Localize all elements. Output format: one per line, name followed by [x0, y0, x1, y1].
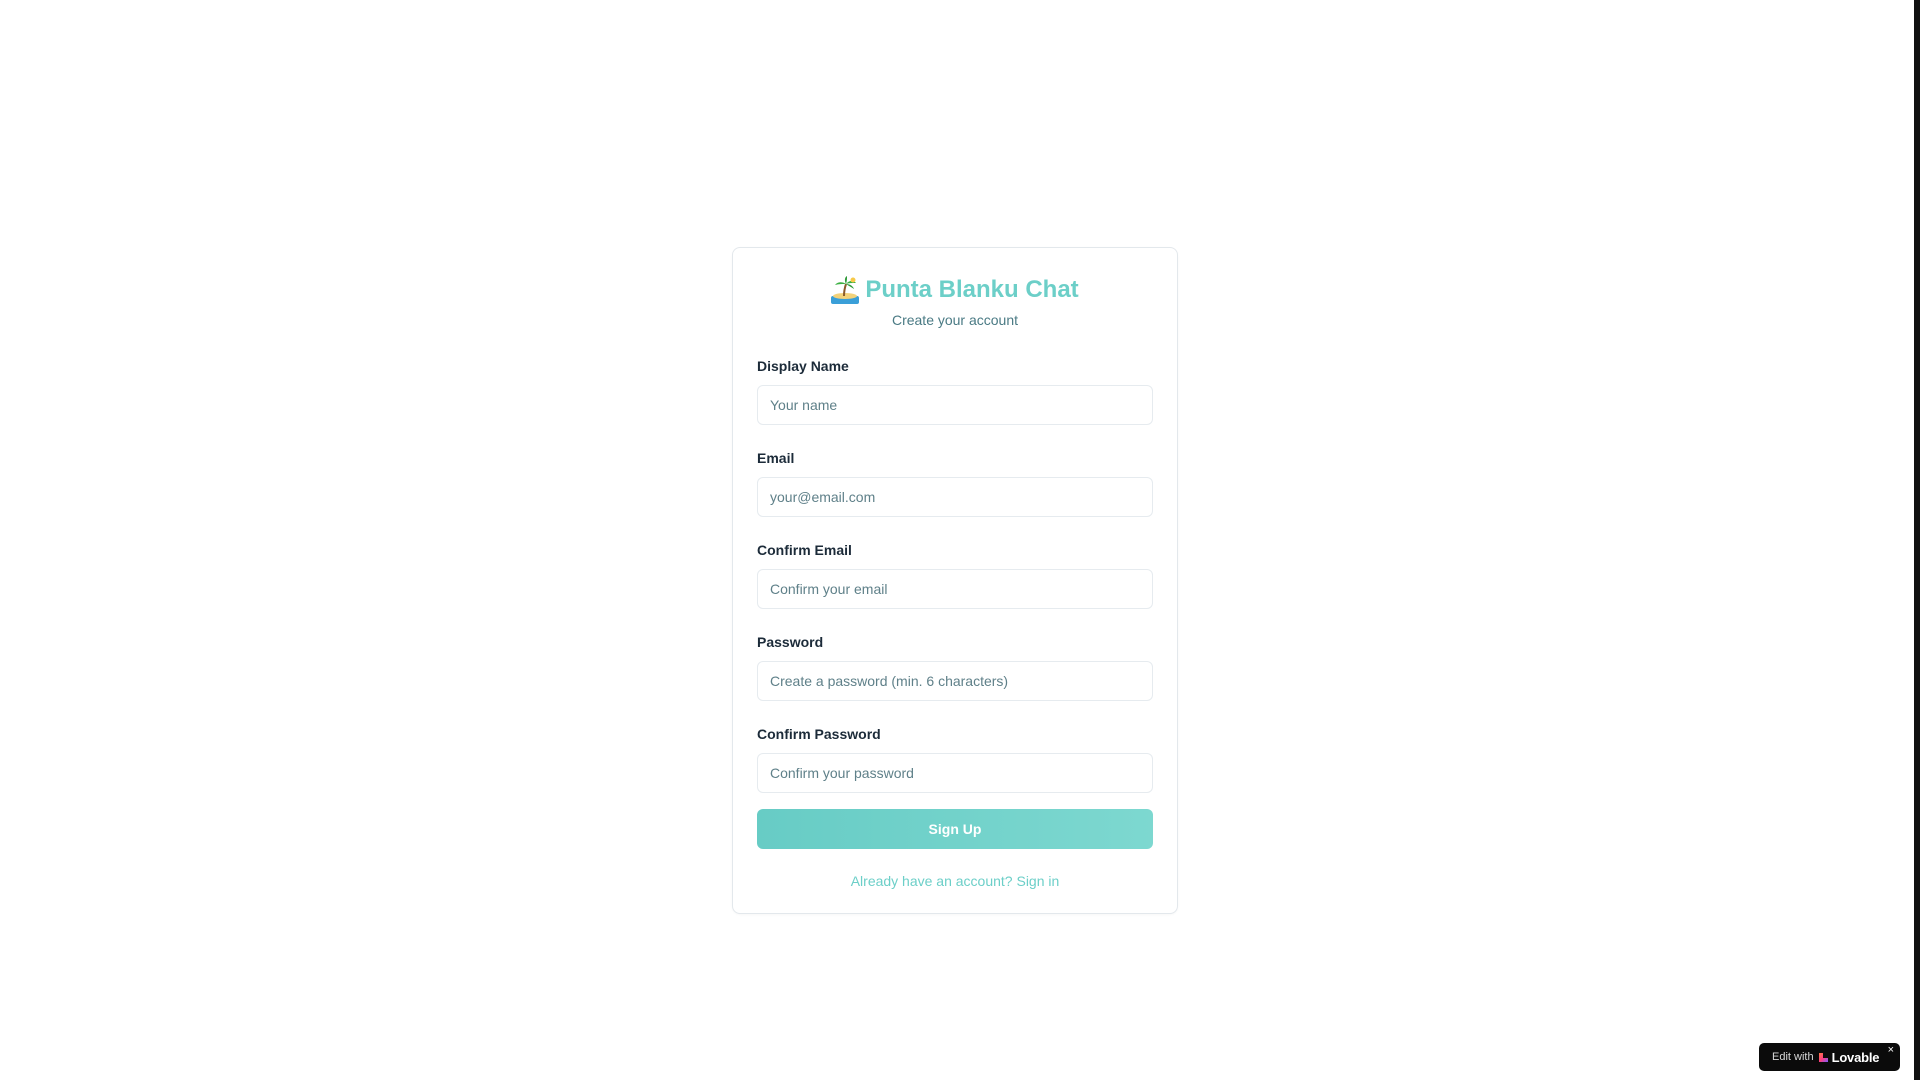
edit-with-lovable-badge[interactable]: Edit with Lovable × — [1759, 1043, 1900, 1071]
password-label: Password — [757, 634, 824, 650]
lovable-heart-icon — [1818, 1052, 1828, 1062]
card-header: Punta Blanku Chat Create your account — [733, 274, 1177, 328]
sign-in-link[interactable]: Already have an account? Sign in — [757, 873, 1153, 889]
confirm-password-field: Confirm Password — [757, 725, 1153, 793]
signup-form: Display Name Email Confirm Email Passwor… — [757, 357, 1153, 889]
confirm-email-label: Confirm Email — [757, 542, 852, 558]
signup-page: Punta Blanku Chat Create your account Di… — [0, 0, 1920, 1080]
close-icon[interactable]: × — [1888, 1044, 1894, 1056]
email-label: Email — [757, 450, 795, 466]
confirm-email-input[interactable] — [757, 569, 1153, 609]
confirm-email-field: Confirm Email — [757, 541, 1153, 609]
confirm-password-input[interactable] — [757, 753, 1153, 793]
email-field: Email — [757, 449, 1153, 517]
page-subtitle: Create your account — [891, 312, 1019, 328]
badge-brand: Lovable — [1831, 1049, 1880, 1065]
display-name-field: Display Name — [757, 357, 1153, 425]
scrollbar[interactable] — [1914, 0, 1920, 1080]
confirm-password-label: Confirm Password — [757, 726, 881, 742]
desert-island-icon — [831, 276, 860, 304]
app-title-text: Punta Blanku Chat — [865, 276, 1079, 303]
signup-card: Punta Blanku Chat Create your account Di… — [732, 247, 1178, 914]
password-input[interactable] — [757, 661, 1153, 701]
display-name-input[interactable] — [757, 385, 1153, 425]
password-field: Password — [757, 633, 1153, 701]
app-title: Punta Blanku Chat — [733, 274, 1177, 306]
display-name-label: Display Name — [757, 358, 849, 374]
email-input[interactable] — [757, 477, 1153, 517]
badge-prefix: Edit with — [1772, 1051, 1814, 1063]
sign-up-button[interactable]: Sign Up — [757, 809, 1153, 849]
